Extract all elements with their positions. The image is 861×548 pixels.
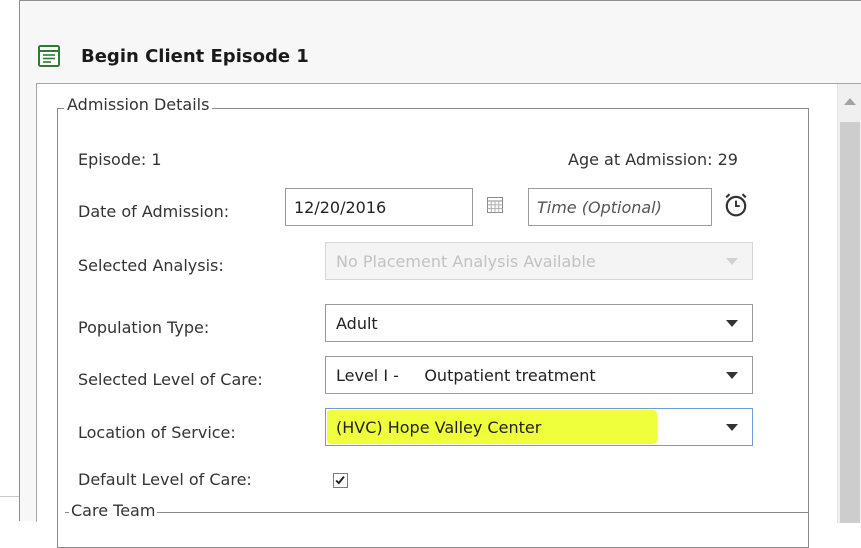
clock-icon[interactable] xyxy=(723,192,749,218)
scroll-up-arrow-icon[interactable] xyxy=(843,96,857,106)
date-of-admission-value: 12/20/2016 xyxy=(294,197,387,217)
episode-label: Episode: 1 xyxy=(78,150,162,169)
selected-level-of-care-label: Selected Level of Care: xyxy=(78,370,263,389)
dialog-title: Begin Client Episode 1 xyxy=(81,46,309,67)
selected-level-of-care-dropdown[interactable]: Level I - Outpatient treatment xyxy=(325,356,753,394)
vertical-scrollbar[interactable] xyxy=(837,84,861,523)
chevron-down-icon xyxy=(726,258,738,265)
selected-analysis-value: No Placement Analysis Available xyxy=(336,251,596,271)
scrollbar-thumb[interactable] xyxy=(840,122,860,523)
care-team-title: Care Team xyxy=(69,501,158,520)
population-type-dropdown[interactable]: Adult xyxy=(325,304,753,342)
dialog-window: Begin Client Episode 1 Admission Details… xyxy=(19,0,861,548)
chevron-down-icon xyxy=(726,424,738,431)
default-level-of-care-checkbox[interactable] xyxy=(333,473,348,488)
population-type-value: Adult xyxy=(336,313,378,333)
calendar-icon[interactable] xyxy=(487,197,503,213)
admission-details-title: Admission Details xyxy=(64,95,213,114)
title-bar: Begin Client Episode 1 xyxy=(20,1,861,83)
care-team-group: Care Team xyxy=(65,501,809,533)
chevron-down-icon xyxy=(726,320,738,327)
default-level-of-care-label: Default Level of Care: xyxy=(78,470,252,489)
selected-analysis-dropdown: No Placement Analysis Available xyxy=(325,242,753,280)
chevron-down-icon xyxy=(726,372,738,379)
date-of-admission-field[interactable]: 12/20/2016 xyxy=(285,188,473,226)
date-of-admission-label: Date of Admission: xyxy=(78,202,230,221)
age-at-admission-label: Age at Admission: 29 xyxy=(568,150,738,169)
location-of-service-value: (HVC) Hope Valley Center xyxy=(336,417,542,437)
population-type-label: Population Type: xyxy=(78,318,210,337)
selected-level-of-care-value: Level I - Outpatient treatment xyxy=(336,365,596,385)
dialog-content: Admission Details Episode: 1 Age at Admi… xyxy=(36,83,861,548)
time-input[interactable] xyxy=(528,188,712,226)
location-of-service-label: Location of Service: xyxy=(78,423,236,442)
checkmark-icon xyxy=(335,476,345,485)
location-of-service-dropdown[interactable]: (HVC) Hope Valley Center xyxy=(325,408,753,446)
form-document-icon xyxy=(38,45,60,67)
selected-analysis-label: Selected Analysis: xyxy=(78,256,224,275)
background-divider xyxy=(0,496,19,497)
